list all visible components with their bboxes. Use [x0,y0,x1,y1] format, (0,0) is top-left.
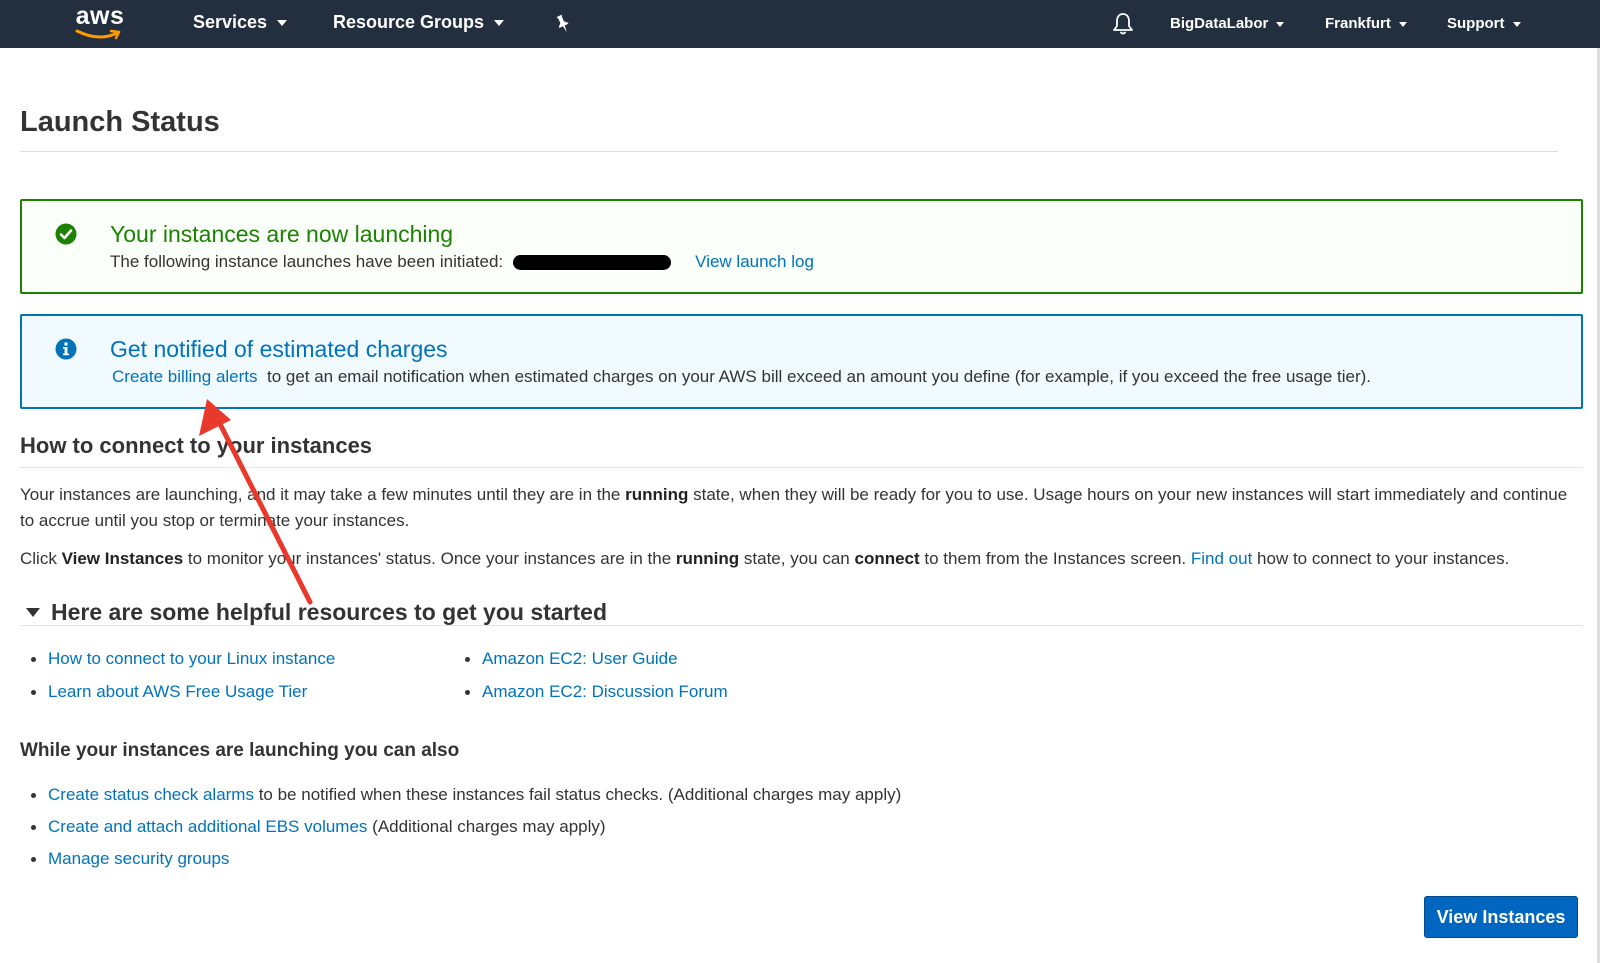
list-item: How to connect to your Linux instance [20,648,335,681]
chevron-down-icon [1512,21,1521,27]
create-billing-alerts-link[interactable]: Create billing alerts [112,367,258,386]
status-check-alarms-link[interactable]: Create status check alarms [48,785,254,804]
divider [20,625,1583,626]
item-text: (Additional charges may apply) [372,817,606,836]
redacted-instance-id [513,255,672,271]
chevron-down-icon [277,20,288,27]
top-navigation-bar: aws Services Resource Groups BigDataLabo… [0,0,1600,48]
aws-logo-text: aws [75,2,125,30]
view-instances-button[interactable]: View Instances [1424,896,1578,938]
text: to them from the Instances screen. [924,549,1187,568]
list-item: Learn about AWS Free Usage Tier [20,681,335,714]
support-menu[interactable]: Support [1447,15,1521,32]
alert-body: The following instance launches have bee… [110,252,814,272]
connect-paragraph-2: Click View Instances to monitor your ins… [20,546,1583,572]
chevron-down-icon [1398,21,1407,27]
text: Your instances are launching, and it may… [20,485,621,504]
view-launch-log-link[interactable]: View launch log [695,252,814,271]
info-icon [55,338,77,360]
also-list: Create status check alarms to be notifie… [20,784,901,880]
chevron-down-icon [1276,21,1285,27]
also-heading: While your instances are launching you c… [20,740,460,761]
notifications-bell-icon[interactable] [1112,12,1134,36]
item-text: to be notified when these instances fail… [258,785,902,804]
list-item: Amazon EC2: User Guide [454,648,728,681]
security-groups-link[interactable]: Manage security groups [48,849,229,868]
view-instances-emphasis: View Instances [61,549,184,568]
chevron-down-icon [494,20,505,27]
discussion-forum-link[interactable]: Amazon EC2: Discussion Forum [482,682,728,701]
alert-body-text: The following instance launches have bee… [110,252,504,271]
alert-title: Get notified of estimated charges [110,336,448,362]
list-item: Manage security groups [20,848,901,880]
aws-smile-icon [75,29,121,40]
running-emphasis: running [625,485,689,504]
ebs-volumes-link[interactable]: Create and attach additional EBS volumes [48,817,367,836]
text: Click [20,549,57,568]
divider [20,151,1558,152]
check-circle-icon [55,223,77,245]
running-emphasis: running [675,549,740,568]
user-guide-link[interactable]: Amazon EC2: User Guide [482,649,678,668]
connect-heading: How to connect to your instances [20,433,373,458]
text: how to connect to your instances. [1257,549,1510,568]
alert-title: Your instances are now launching [110,221,454,247]
billing-info-alert: Get notified of estimated charges Create… [20,314,1583,409]
resource-groups-menu[interactable]: Resource Groups [333,12,505,33]
account-label: BigDataLabor [1170,15,1269,32]
region-menu[interactable]: Frankfurt [1325,15,1407,32]
pin-icon[interactable] [554,14,572,34]
find-out-link[interactable]: Find out [1191,549,1252,568]
launch-success-alert: Your instances are now launching The fol… [20,199,1583,294]
alert-body: Create billing alerts to get an email no… [112,367,1371,387]
aws-logo[interactable]: aws [72,2,128,42]
list-item: Create and attach additional EBS volumes… [20,816,901,848]
list-item: Amazon EC2: Discussion Forum [454,681,728,714]
free-tier-link[interactable]: Learn about AWS Free Usage Tier [48,682,307,701]
linux-connect-link[interactable]: How to connect to your Linux instance [48,649,335,668]
support-label: Support [1447,15,1505,32]
text: to monitor your instances' status. Once … [187,549,672,568]
resources-list-left: How to connect to your Linux instance Le… [20,648,335,714]
resources-heading[interactable]: Here are some helpful resources to get y… [51,599,607,626]
resources-list-right: Amazon EC2: User Guide Amazon EC2: Discu… [454,648,728,714]
alert-body-text: to get an email notification when estima… [266,367,1372,386]
collapse-triangle-icon[interactable] [26,608,40,618]
region-label: Frankfurt [1325,15,1391,32]
account-menu[interactable]: BigDataLabor [1170,15,1285,32]
divider [20,467,1583,468]
connect-paragraph-1: Your instances are launching, and it may… [20,482,1583,534]
text: state, you can [743,549,850,568]
resource-groups-label: Resource Groups [333,12,485,32]
list-item: Create status check alarms to be notifie… [20,784,901,816]
services-menu[interactable]: Services [193,12,288,33]
services-label: Services [193,12,268,32]
page-title: Launch Status [20,106,220,138]
connect-emphasis: connect [854,549,920,568]
